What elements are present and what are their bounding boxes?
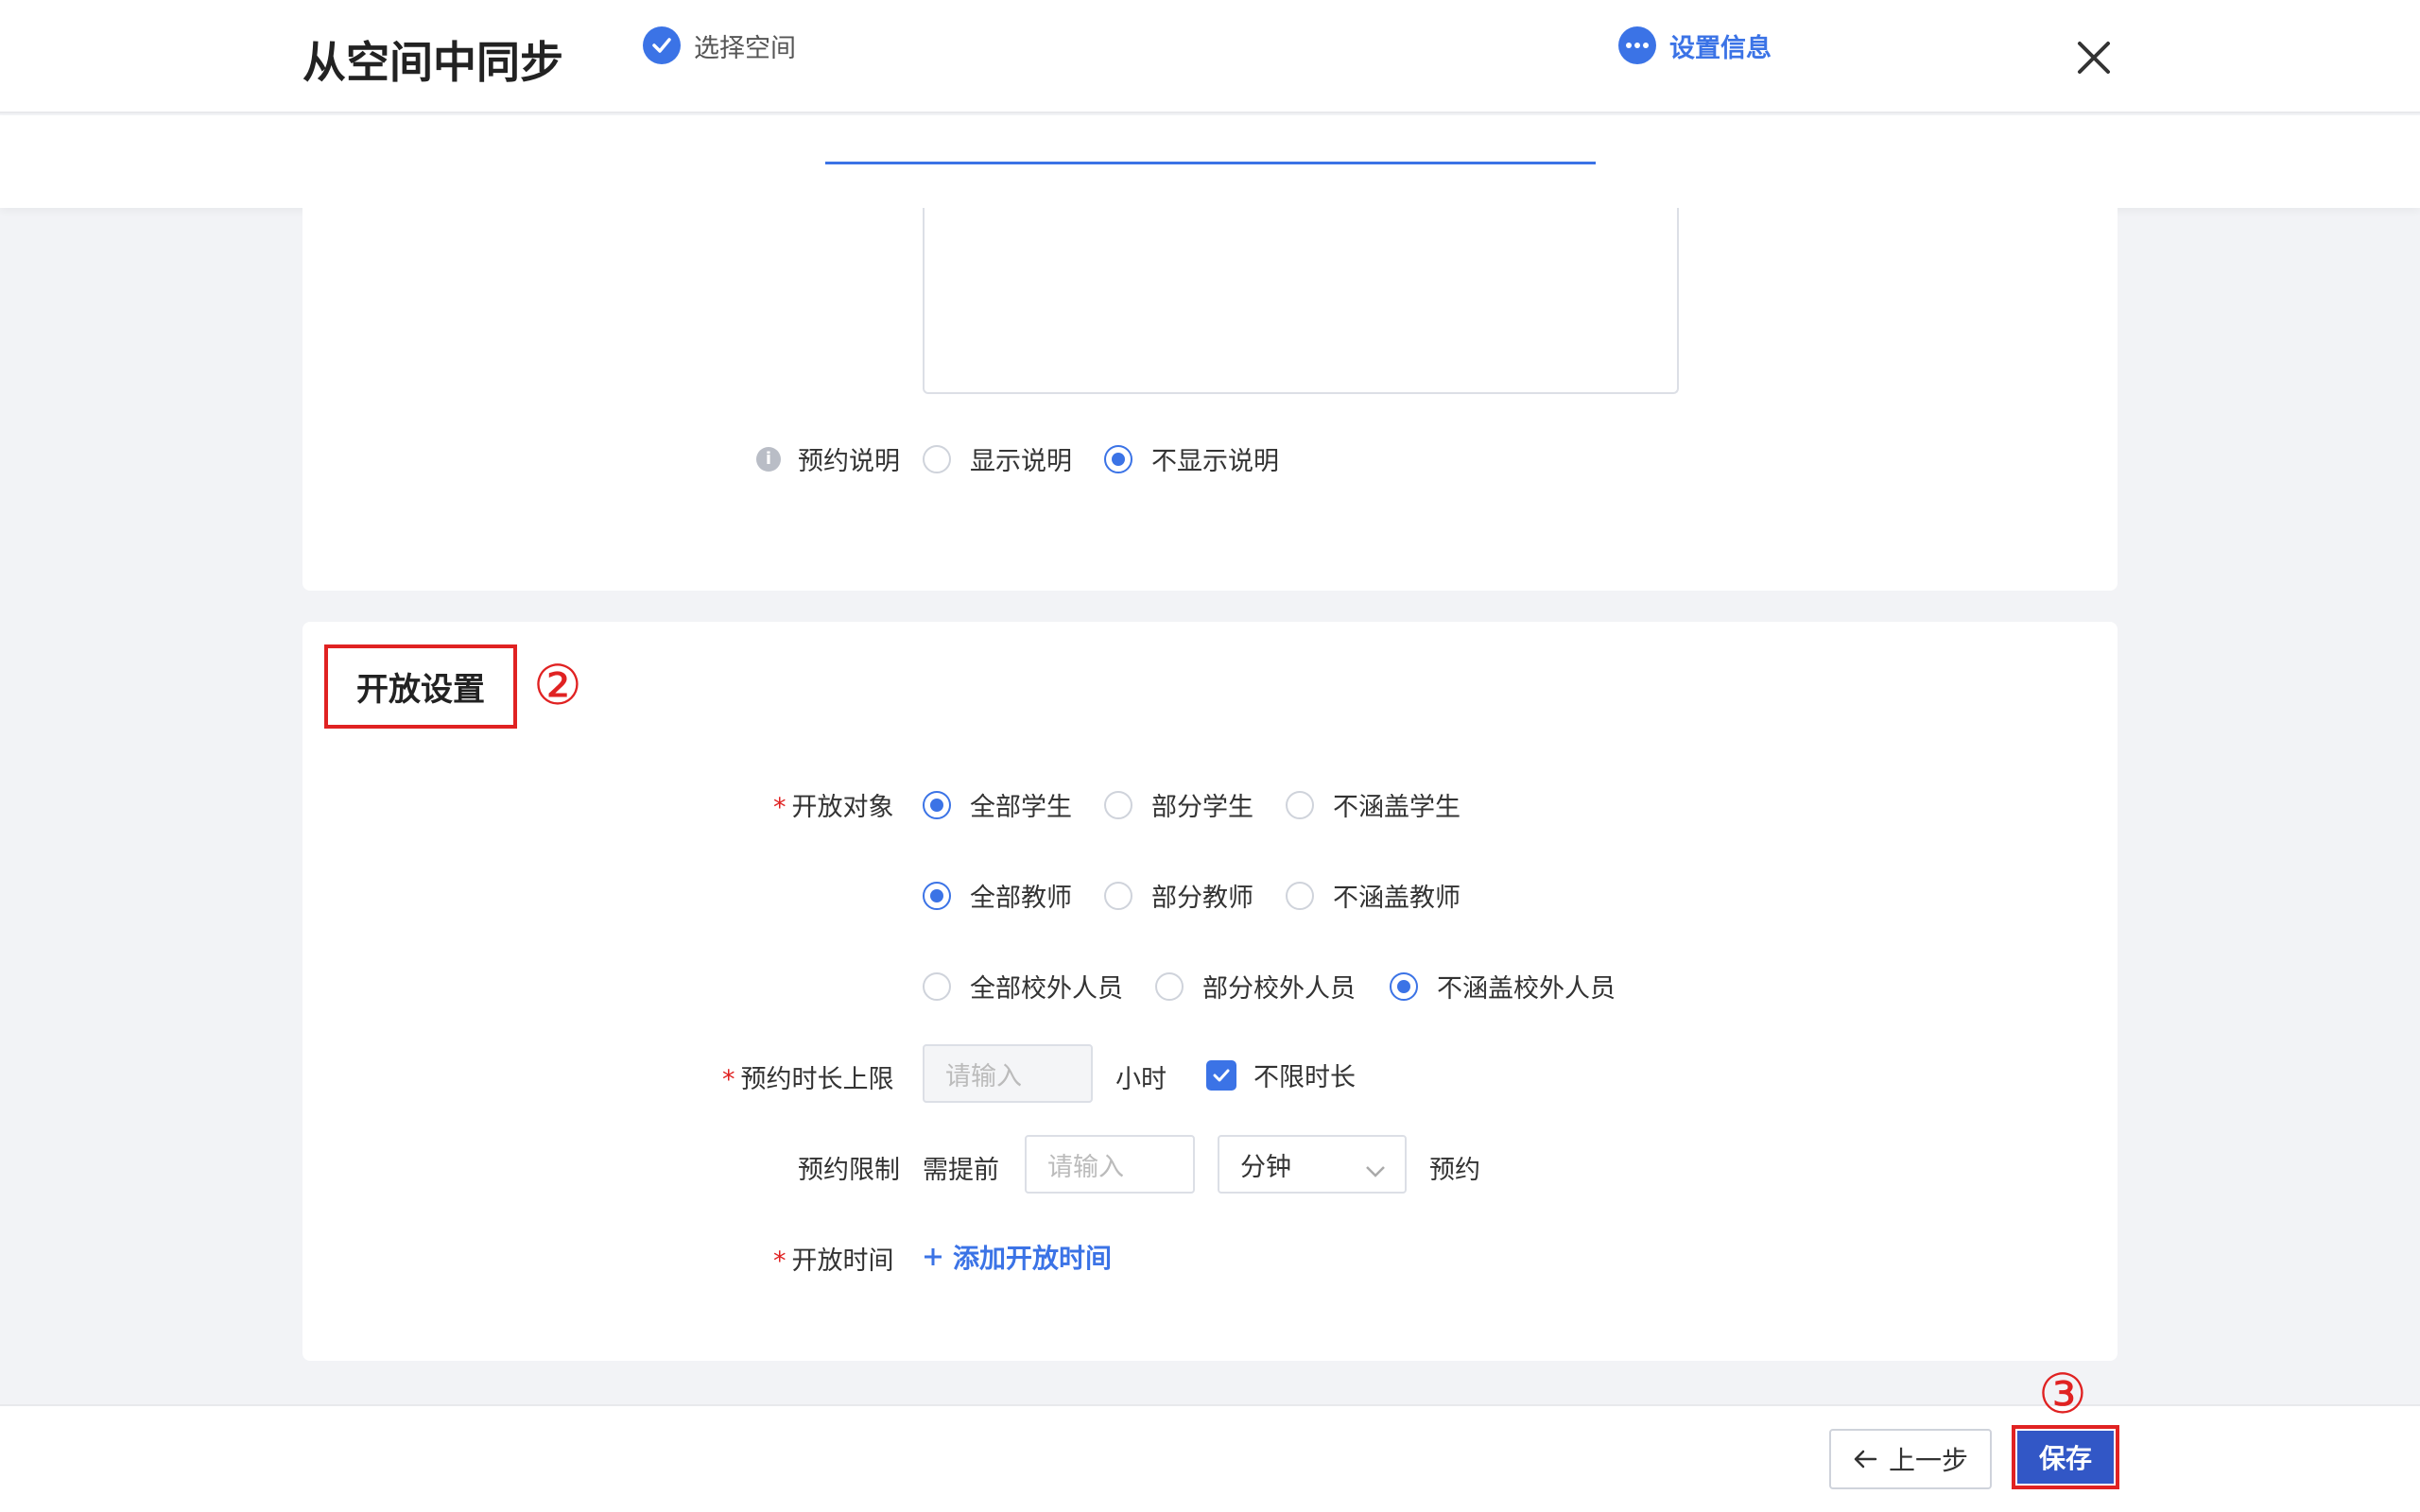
annotation-marker-2: ② <box>533 653 582 717</box>
prev-step-button[interactable]: 上一步 <box>1829 1429 1992 1489</box>
duration-unit: 小时 <box>1115 1065 1167 1094</box>
unit-select[interactable]: 分钟 <box>1218 1135 1407 1194</box>
radio-dot[interactable] <box>923 790 951 819</box>
radio-label: 不显示说明 <box>1151 447 1279 476</box>
booking-note-label-row: i 预约说明 <box>756 440 900 477</box>
radio-some-external[interactable]: 部分校外人员 <box>1155 968 1356 1005</box>
save-button[interactable]: 保存 <box>2017 1431 2114 1484</box>
radio-label: 部分校外人员 <box>1202 974 1356 1004</box>
radio-all-external[interactable]: 全部校外人员 <box>923 968 1123 1005</box>
radio-dot[interactable] <box>1104 881 1132 910</box>
plus-icon <box>923 1246 943 1267</box>
step-label: 选择空间 <box>694 33 796 63</box>
radio-dot[interactable] <box>1286 790 1314 819</box>
booking-note-label: 预约说明 <box>798 447 900 476</box>
radio-some-teachers[interactable]: 部分教师 <box>1104 877 1253 914</box>
required-mark: * <box>722 1065 735 1094</box>
step-connector <box>825 162 1596 164</box>
prev-step-label: 上一步 <box>1888 1445 1968 1476</box>
radio-dot[interactable] <box>1155 971 1184 1001</box>
advance-input[interactable]: 请输入 <box>1025 1135 1195 1194</box>
audience-label-row: * 开放对象 <box>773 786 894 823</box>
add-open-time-link[interactable]: 添加开放时间 <box>923 1238 1112 1276</box>
radio-some-students[interactable]: 部分学生 <box>1104 786 1253 823</box>
step-label: 设置信息 <box>1669 33 1772 63</box>
required-mark: * <box>773 793 786 822</box>
radio-label: 全部校外人员 <box>970 974 1123 1004</box>
duration-input[interactable]: 请输入 <box>923 1044 1093 1103</box>
step-set-info: 设置信息 <box>1618 26 1772 64</box>
radio-dot[interactable] <box>923 971 951 1001</box>
radio-label: 显示说明 <box>970 447 1072 476</box>
radio-all-teachers[interactable]: 全部教师 <box>923 877 1072 914</box>
radio-hide-note[interactable]: 不显示说明 <box>1104 440 1279 477</box>
select-value: 分钟 <box>1240 1152 1291 1182</box>
advance-prefix: 需提前 <box>923 1156 999 1185</box>
dialog-header: 从空间中同步 <box>0 0 2420 113</box>
radio-label: 全部学生 <box>970 793 1072 822</box>
radio-dot[interactable] <box>923 881 951 910</box>
section-title: 开放设置 <box>324 644 517 729</box>
unlimited-checkbox[interactable]: 不限时长 <box>1206 1057 1356 1093</box>
radio-show-note[interactable]: 显示说明 <box>923 440 1072 477</box>
advance-suffix: 预约 <box>1429 1156 1480 1185</box>
radio-no-external[interactable]: 不涵盖校外人员 <box>1390 968 1616 1005</box>
radio-label: 不涵盖校外人员 <box>1437 974 1616 1004</box>
open-time-label: 开放时间 <box>791 1246 894 1276</box>
check-icon <box>643 26 681 64</box>
ellipsis-icon <box>1618 26 1656 64</box>
duration-label: 预约时长上限 <box>740 1065 894 1094</box>
open-time-label-row: * 开放时间 <box>773 1240 894 1277</box>
radio-all-students[interactable]: 全部学生 <box>923 786 1072 823</box>
description-textarea[interactable] <box>923 208 1679 394</box>
radio-label: 部分学生 <box>1151 793 1253 822</box>
annotation-marker-3: ③ <box>2038 1362 2087 1426</box>
chevron-down-icon <box>1365 1156 1386 1185</box>
dialog-title: 从空间中同步 <box>302 37 563 88</box>
add-open-time-label: 添加开放时间 <box>953 1243 1113 1274</box>
radio-no-students[interactable]: 不涵盖学生 <box>1286 786 1461 823</box>
check-icon[interactable] <box>1206 1059 1236 1091</box>
duration-label-row: * 预约时长上限 <box>722 1058 894 1095</box>
checkbox-label: 不限时长 <box>1253 1063 1356 1092</box>
radio-label: 部分教师 <box>1151 884 1253 913</box>
audience-label: 开放对象 <box>791 793 894 822</box>
radio-dot[interactable] <box>1104 444 1132 473</box>
radio-dot[interactable] <box>1286 881 1314 910</box>
booking-limit-label: 预约限制 <box>798 1156 900 1185</box>
radio-dot[interactable] <box>1390 971 1418 1001</box>
required-mark: * <box>773 1246 786 1276</box>
radio-dot[interactable] <box>923 444 951 473</box>
radio-label: 全部教师 <box>970 884 1072 913</box>
radio-label: 不涵盖教师 <box>1333 884 1461 913</box>
close-icon[interactable] <box>2070 34 2118 81</box>
info-icon: i <box>756 446 781 472</box>
step-select-space: 选择空间 <box>643 26 796 64</box>
radio-label: 不涵盖学生 <box>1333 793 1461 822</box>
radio-dot[interactable] <box>1104 790 1132 819</box>
radio-no-teachers[interactable]: 不涵盖教师 <box>1286 877 1461 914</box>
arrow-left-icon <box>1853 1449 1877 1469</box>
